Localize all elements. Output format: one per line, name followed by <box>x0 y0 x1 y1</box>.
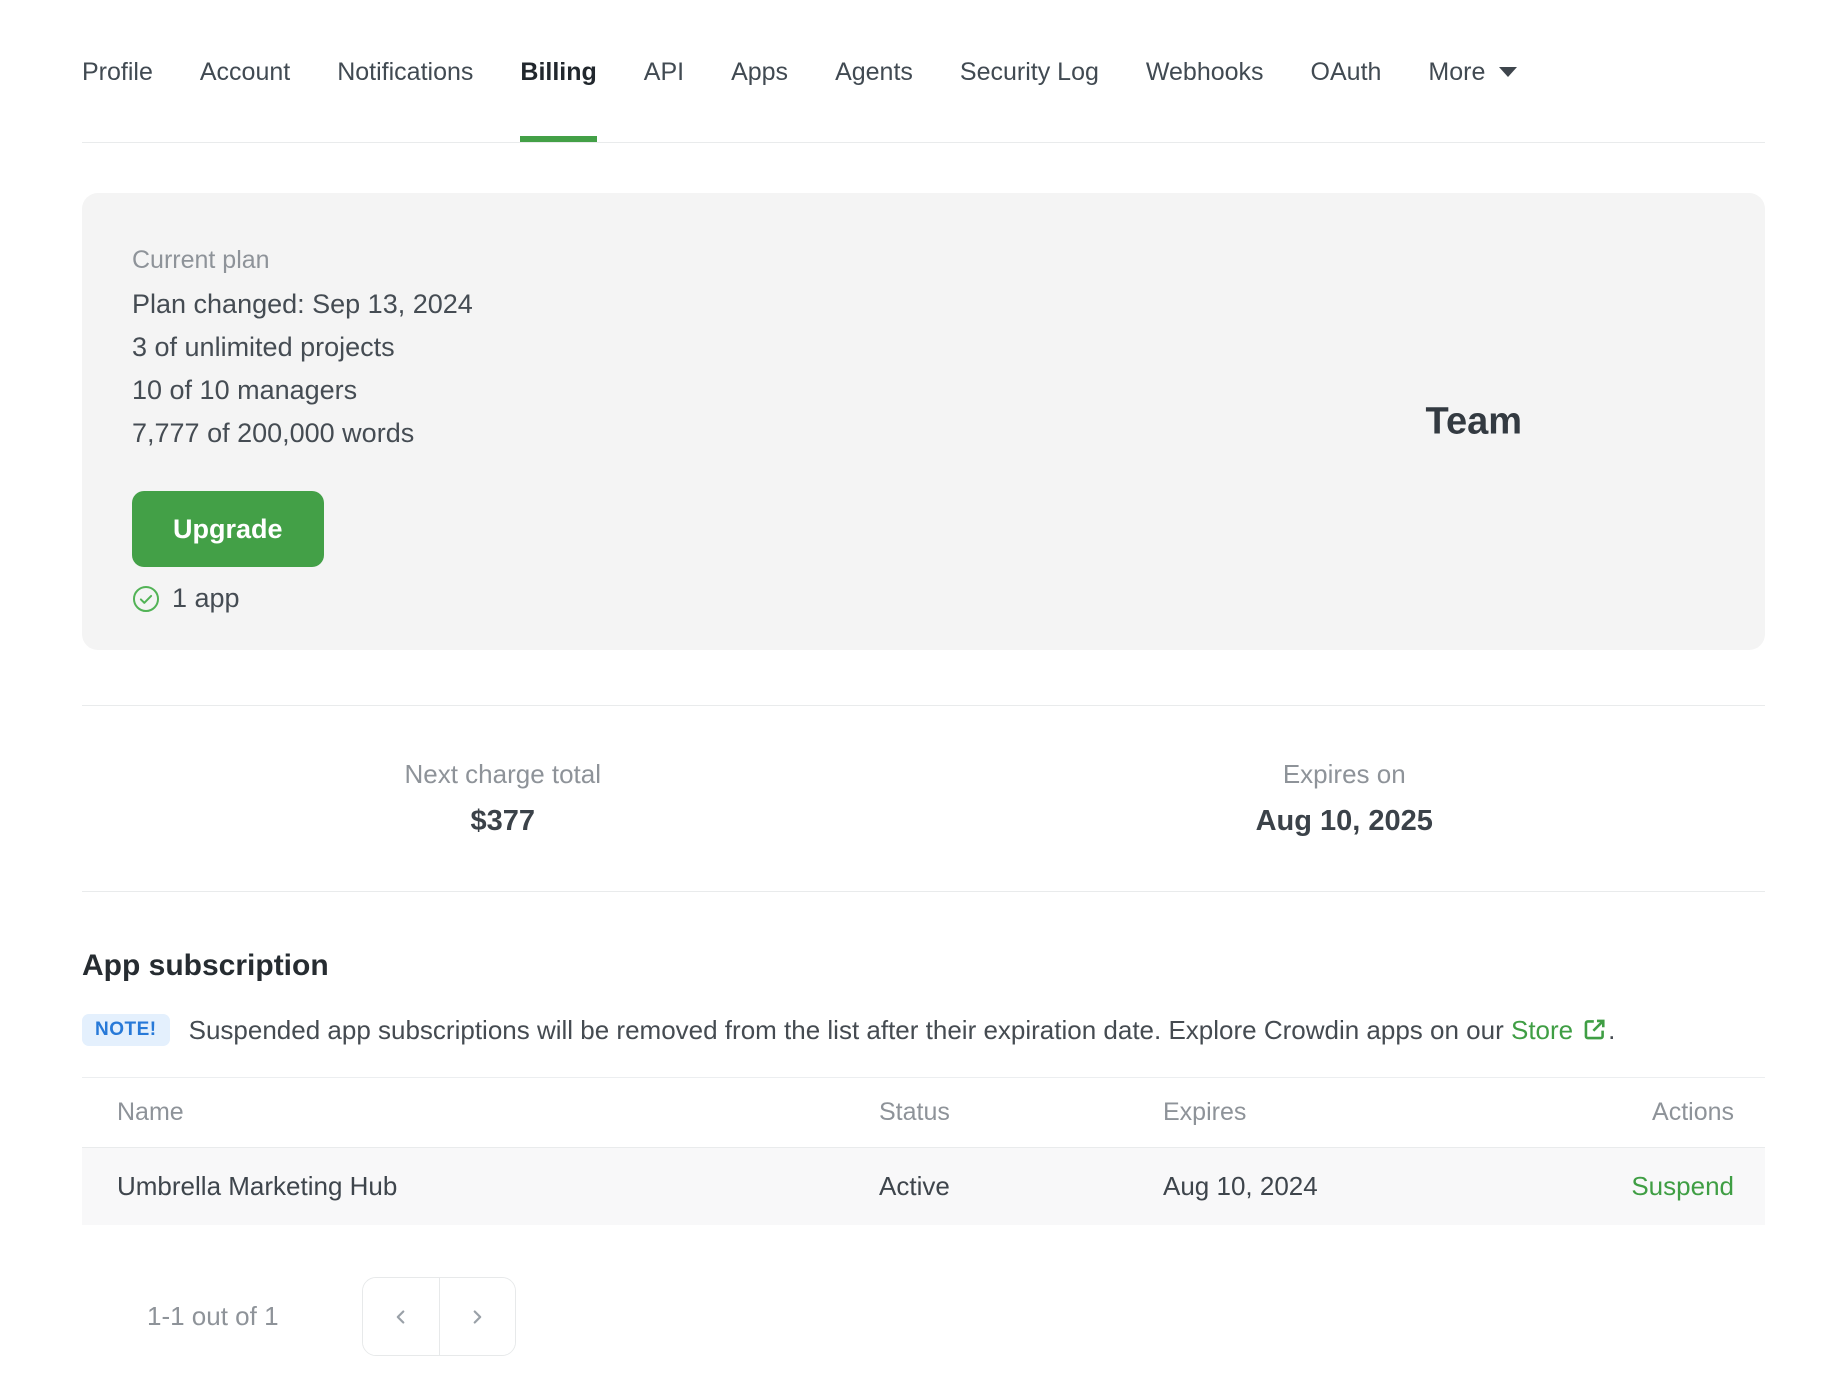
subscriptions-table: Name Status Expires Actions Umbrella Mar… <box>82 1077 1765 1225</box>
apps-included-note: 1 app <box>132 583 1715 614</box>
column-header-expires: Expires <box>1163 1098 1247 1126</box>
tab-notifications[interactable]: Notifications <box>337 56 473 142</box>
note-text: Suspended app subscriptions will be remo… <box>189 1015 1616 1046</box>
pagination-controls <box>361 1277 516 1356</box>
settings-tabs: Profile Account Notifications Billing AP… <box>82 0 1765 143</box>
billing-summary: Next charge total $377 Expires on Aug 10… <box>82 705 1765 892</box>
tab-apps[interactable]: Apps <box>731 56 788 142</box>
store-link-label: Store <box>1510 1014 1574 1045</box>
expires-on-block: Expires on Aug 10, 2025 <box>924 759 1766 839</box>
subscription-note: NOTE! Suspended app subscriptions will b… <box>82 1014 1765 1046</box>
suspend-link[interactable]: Suspend <box>1631 1171 1734 1201</box>
tab-more[interactable]: More <box>1428 56 1518 142</box>
next-charge-label: Next charge total <box>404 759 602 789</box>
pagination: 1-1 out of 1 <box>82 1277 1765 1356</box>
tab-webhooks[interactable]: Webhooks <box>1146 56 1264 142</box>
table-header-row: Name Status Expires Actions <box>82 1078 1765 1148</box>
tab-profile[interactable]: Profile <box>82 56 153 142</box>
tab-more-label: More <box>1428 58 1486 86</box>
billing-settings-page: Profile Account Notifications Billing AP… <box>0 0 1847 1399</box>
app-subscription-title: App subscription <box>82 949 329 982</box>
column-header-name: Name <box>117 1098 184 1126</box>
expires-on-label: Expires on <box>1282 759 1406 789</box>
tab-security-log[interactable]: Security Log <box>960 56 1099 142</box>
projects-usage: 3 of unlimited projects <box>132 332 395 362</box>
note-suffix: . <box>1608 1014 1616 1045</box>
next-page-button[interactable] <box>438 1278 515 1355</box>
tab-account[interactable]: Account <box>200 56 290 142</box>
previous-page-button[interactable] <box>362 1278 439 1355</box>
chevron-left-icon <box>396 1309 404 1324</box>
subscription-status: Active <box>879 1171 950 1201</box>
current-plan-label: Current plan <box>132 246 270 274</box>
plan-name: Team <box>1425 400 1522 442</box>
column-header-actions: Actions <box>1652 1098 1734 1126</box>
tab-api[interactable]: API <box>644 56 684 142</box>
chevron-right-icon <box>473 1309 482 1324</box>
subscription-name: Umbrella Marketing Hub <box>117 1171 398 1201</box>
apps-included-label: 1 app <box>172 583 240 613</box>
current-plan-card: Current plan Plan changed: Sep 13, 2024 … <box>82 193 1765 650</box>
external-link-icon <box>1584 1019 1605 1039</box>
tab-agents[interactable]: Agents <box>835 56 913 142</box>
check-circle-icon <box>132 585 160 612</box>
pagination-range-label: 1-1 out of 1 <box>147 1301 279 1331</box>
tab-oauth[interactable]: OAuth <box>1311 56 1382 142</box>
expires-on-value: Aug 10, 2025 <box>1255 805 1433 837</box>
tab-billing[interactable]: Billing <box>520 56 598 142</box>
subscription-expires: Aug 10, 2024 <box>1163 1171 1318 1201</box>
upgrade-button[interactable]: Upgrade <box>132 491 324 567</box>
chevron-down-icon <box>1499 67 1518 77</box>
store-link[interactable]: Store <box>1511 1015 1608 1045</box>
note-badge: NOTE! <box>82 1014 170 1046</box>
next-charge-block: Next charge total $377 <box>82 759 924 839</box>
note-text-body: Suspended app subscriptions will be remo… <box>188 1014 1511 1045</box>
next-charge-value: $377 <box>470 805 535 837</box>
column-header-status: Status <box>879 1098 950 1126</box>
plan-changed-date: Plan changed: Sep 13, 2024 <box>132 289 473 319</box>
table-row: Umbrella Marketing Hub Active Aug 10, 20… <box>82 1148 1765 1225</box>
